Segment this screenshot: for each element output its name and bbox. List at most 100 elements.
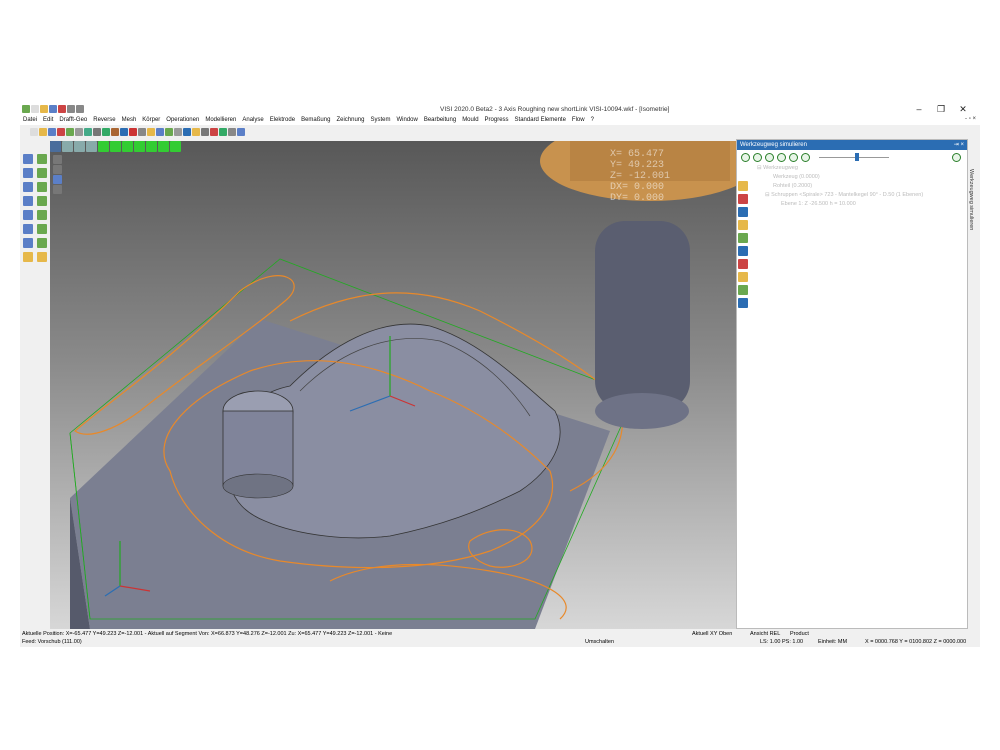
solid-icon[interactable]: [93, 128, 101, 136]
trim-icon[interactable]: [23, 196, 33, 206]
pan-icon[interactable]: [174, 128, 182, 136]
slider-thumb[interactable]: [855, 153, 860, 161]
view-bottom-icon[interactable]: [170, 141, 181, 152]
play-icon[interactable]: [741, 152, 750, 162]
wire-view-icon[interactable]: [74, 141, 85, 152]
step-back-icon[interactable]: [753, 152, 762, 162]
menu-datei[interactable]: Datei: [20, 116, 40, 125]
next-icon[interactable]: [952, 152, 961, 162]
rewind-icon[interactable]: [789, 152, 798, 162]
view-label[interactable]: Aktuell XY Oben: [692, 631, 732, 637]
menu-analyse[interactable]: Analyse: [239, 116, 266, 125]
print-icon[interactable]: [57, 128, 65, 136]
fillet-icon[interactable]: [36, 210, 47, 220]
spline-icon[interactable]: [36, 182, 47, 192]
layers-icon[interactable]: [53, 165, 62, 174]
open-file-icon[interactable]: [40, 105, 48, 113]
tool-icon[interactable]: [192, 128, 200, 136]
shade-icon[interactable]: [62, 141, 73, 152]
offset-icon[interactable]: [36, 196, 47, 206]
revolve-icon[interactable]: [36, 224, 47, 234]
tree-item[interactable]: ⊟ Schruppen <Spirale> 723 - Mantelkegel …: [757, 191, 967, 200]
help-icon[interactable]: [183, 128, 191, 136]
view-back-icon[interactable]: [146, 141, 157, 152]
arc-icon[interactable]: [36, 168, 47, 178]
menu-reverse[interactable]: Reverse: [90, 116, 118, 125]
menu-mould[interactable]: Mould: [459, 116, 481, 125]
info-icon[interactable]: [53, 175, 62, 184]
menu-elektrode[interactable]: Elektrode: [267, 116, 298, 125]
wire-icon[interactable]: [111, 128, 119, 136]
electrode-icon[interactable]: [237, 128, 245, 136]
select-icon[interactable]: [23, 154, 33, 164]
menu-edit[interactable]: Edit: [40, 116, 56, 125]
menu-system[interactable]: System: [367, 116, 393, 125]
circle-icon[interactable]: [23, 182, 33, 192]
menu-bearbeitung[interactable]: Bearbeitung: [421, 116, 459, 125]
wrench-icon[interactable]: [738, 298, 748, 308]
menu-zeichnung[interactable]: Zeichnung: [333, 116, 367, 125]
save-icon[interactable]: [48, 128, 56, 136]
view-iso-icon[interactable]: [134, 141, 145, 152]
menu-koerper[interactable]: Körper: [139, 116, 163, 125]
highlight-icon[interactable]: [147, 128, 155, 136]
folder-icon[interactable]: [23, 252, 33, 262]
tree-item[interactable]: Rohteil (0.2000): [757, 182, 967, 191]
maximize-button[interactable]: ❐: [930, 104, 952, 115]
operation-icon[interactable]: [738, 207, 748, 217]
ansicht-label[interactable]: Ansicht REL: [750, 631, 780, 637]
panel-pin-close[interactable]: ⇥ ×: [954, 140, 964, 150]
redo-icon[interactable]: [76, 105, 84, 113]
line-icon[interactable]: [23, 168, 33, 178]
new-file-icon[interactable]: [31, 105, 39, 113]
point-icon[interactable]: [36, 154, 47, 164]
extrude-icon[interactable]: [23, 224, 33, 234]
new-icon[interactable]: [30, 128, 38, 136]
menu-mesh[interactable]: Mesh: [119, 116, 140, 125]
3d-viewport[interactable]: X= 65.477 Y= 49.223 Z= -12.001 DX= 0.000…: [50, 141, 754, 629]
boolean-icon[interactable]: [23, 238, 33, 248]
menu-window[interactable]: Window: [393, 116, 420, 125]
material-icon[interactable]: [36, 252, 47, 262]
stop-icon[interactable]: [210, 128, 218, 136]
tree-item[interactable]: Ebene 1: Z -26.500 h = 10.000: [757, 200, 967, 209]
menu-modellieren[interactable]: Modellieren: [202, 116, 239, 125]
rotate-icon[interactable]: [165, 128, 173, 136]
tree-item[interactable]: Werkzeug (0.0000): [757, 173, 967, 182]
cut-icon[interactable]: [66, 128, 74, 136]
view-top-icon[interactable]: [98, 141, 109, 152]
speed-slider[interactable]: [819, 152, 889, 162]
rail-label[interactable]: Werkzeugweg simulieren: [968, 169, 974, 230]
tool-library-icon[interactable]: [738, 181, 748, 191]
menu-progress[interactable]: Progress: [482, 116, 512, 125]
zoom-icon[interactable]: [156, 128, 164, 136]
umschalten-button[interactable]: Umschalten: [585, 639, 614, 645]
copy-icon[interactable]: [75, 128, 83, 136]
view-left-icon[interactable]: [158, 141, 169, 152]
run-icon[interactable]: [219, 128, 227, 136]
menu-help[interactable]: ?: [588, 116, 597, 125]
mould-icon[interactable]: [228, 128, 236, 136]
fixture-icon[interactable]: [738, 272, 748, 282]
stop-icon[interactable]: [777, 152, 786, 162]
open-icon[interactable]: [39, 128, 47, 136]
minimize-button[interactable]: –: [908, 104, 930, 115]
close-button[interactable]: ✕: [952, 104, 974, 115]
menu-flow[interactable]: Flow: [569, 116, 588, 125]
report-icon[interactable]: [738, 259, 748, 269]
stock-icon[interactable]: [738, 194, 748, 204]
trash-icon[interactable]: [53, 185, 62, 194]
menu-standard-elemente[interactable]: Standard Elemente: [512, 116, 569, 125]
surface-icon[interactable]: [102, 128, 110, 136]
measure-icon[interactable]: [129, 128, 137, 136]
layer-icon[interactable]: [138, 128, 146, 136]
save-icon[interactable]: [49, 105, 57, 113]
step-forward-icon[interactable]: [765, 152, 774, 162]
fast-forward-icon[interactable]: [801, 152, 810, 162]
filter-icon[interactable]: [53, 155, 62, 164]
simulate-icon[interactable]: [738, 233, 748, 243]
product-label[interactable]: Product: [790, 631, 809, 637]
settings-icon[interactable]: [201, 128, 209, 136]
tree-item[interactable]: ⊟ Werkzeugweg: [757, 164, 967, 173]
pattern-icon[interactable]: [36, 238, 47, 248]
